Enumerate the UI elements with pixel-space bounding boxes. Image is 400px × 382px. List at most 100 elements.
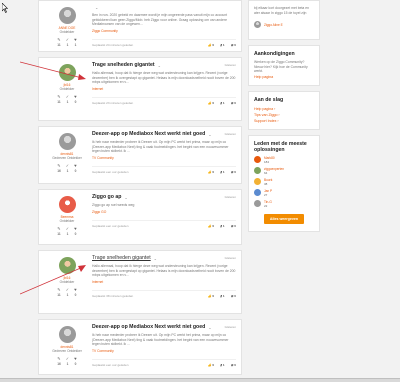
post-card[interactable]: jbl16 Ontdekker ✎ 11 ✓ 1 ♥ 0 Trage snelhede… — [38, 57, 242, 121]
mouse-cursor-icon — [2, 3, 8, 13]
chevron-down-icon[interactable]: ⌄ — [154, 256, 157, 261]
member-row[interactable]: Tin-G 22 — [254, 200, 314, 208]
avatar[interactable] — [58, 326, 76, 343]
avatar[interactable] — [254, 156, 261, 164]
announcements-link[interactable]: Help pagina — [254, 74, 314, 80]
avatar[interactable] — [58, 64, 76, 81]
comment-icon: ▮ — [220, 362, 222, 367]
member-row[interactable]: Buurk 38 — [254, 178, 314, 186]
like-button[interactable]: 👍 0 — [208, 170, 215, 174]
post-card[interactable]: ANNE DOE Ontdekker ✎ 11 ✓ 1 ♥ 1 ⌄ Ben in no… — [38, 0, 242, 52]
post-body: Ziggo go ap ruel weeds weg — [92, 203, 135, 207]
chevron-down-icon[interactable]: ⌄ — [158, 63, 161, 68]
post-category[interactable]: TV Community — [92, 349, 236, 353]
posts-icon: ✎ — [57, 163, 61, 168]
member-row[interactable]: Mark80 184 — [254, 156, 314, 164]
avatar[interactable] — [58, 7, 76, 24]
post-date: Gisteren — [224, 195, 236, 199]
author-rank: Ontdekker — [59, 30, 75, 34]
sidebar-top-user[interactable]: Ziggo Ailne E — [264, 23, 283, 27]
like-button[interactable]: 👍 0 — [208, 294, 215, 298]
avatar[interactable] — [254, 178, 261, 186]
getting-started-box: Aan de slag Help pagina › Tips van Ziggo… — [248, 90, 320, 130]
reply-button[interactable]: ▮ 1 — [220, 170, 224, 174]
reply-button[interactable]: ▮ 1 — [220, 43, 224, 47]
getting-started-title: Aan de slag — [254, 96, 284, 103]
author-stats: ✎ 11 ✓ 1 ♥ 0 — [44, 94, 90, 104]
avatar[interactable] — [254, 21, 261, 29]
sidebar-top-box: bij elkaar kort doorgezet met beta en at… — [248, 0, 320, 40]
support-index-link[interactable]: Support Index › — [254, 118, 314, 124]
post-title[interactable]: Deezer-app op Mediabox Next werkt niet g… — [92, 324, 205, 330]
chevron-down-icon[interactable]: ⌄ — [124, 195, 127, 200]
post-date: Gisteren — [224, 325, 236, 329]
post-card[interactable]: jbl16 Ontdekker ✎ 11 ✓ 1 ♥ 0 Trage snelhede… — [38, 250, 242, 314]
post-category[interactable]: TV Community — [92, 156, 236, 160]
solutions-count: 1 — [66, 232, 69, 236]
avatar[interactable] — [58, 196, 76, 213]
reply-count: 1 — [222, 293, 225, 298]
author-stats: ✎ 11 ✓ 1 ♥ 1 — [44, 37, 90, 47]
solutions-count: 1 — [66, 362, 69, 366]
reply-count: 1 — [222, 42, 225, 47]
like-button[interactable]: 👍 0 — [208, 224, 215, 228]
thumbs-up-icon: 👍 — [207, 293, 212, 298]
show-all-button[interactable]: Alles weergeven — [263, 213, 305, 224]
post-footer: Geplaatst 38 minuten geleden 👍 0 ▮ 1 ◉ 0 — [92, 289, 236, 298]
author-stats: ✎ 11 ✓ 1 ♥ 0 — [44, 226, 90, 236]
post-category[interactable]: Internet — [92, 280, 236, 284]
post-card[interactable]: Beemma Ontdekker ✎ 11 ✓ 1 ♥ 0 Ziggo go ap ⌄… — [38, 189, 242, 245]
like-count: 0 — [212, 169, 215, 174]
post-category[interactable]: Internet — [92, 87, 236, 91]
eye-icon: ◉ — [230, 293, 234, 298]
like-count: 0 — [212, 362, 215, 367]
kudos-count: 0 — [74, 293, 77, 297]
post-date: Gisteren — [224, 256, 236, 260]
post-card[interactable]: dennis81 Gedreven Ontdekker ✎ 16 ✓ 1 ♥ 0 De… — [38, 319, 242, 375]
posts-icon: ✎ — [57, 226, 61, 231]
announcements-body: Nieuw hier? Kijk hoe de Community werkt. — [254, 64, 308, 74]
author-rank: Gedreven Ontdekker — [52, 156, 82, 160]
reply-button[interactable]: ▮ 1 — [220, 224, 224, 228]
kudos-icon: ♥ — [74, 37, 77, 42]
comment-icon: ▮ — [220, 293, 222, 298]
avatar[interactable] — [254, 200, 261, 208]
author-rank: Ontdekker — [59, 87, 75, 91]
post-body: Hallo allemaal, hoop dat ik hierge deze … — [92, 264, 236, 278]
solutions-icon: ✓ — [65, 37, 70, 42]
reply-count: 1 — [222, 362, 225, 367]
chevron-down-icon[interactable]: ⌄ — [208, 132, 211, 137]
post-title[interactable]: Ziggo go ap — [92, 194, 121, 200]
chevron-down-icon[interactable]: ⌄ — [208, 325, 211, 330]
post-card[interactable]: dennis81 Gedreven Ontdekker ✎ 16 ✓ 1 ♥ 0 De… — [38, 126, 242, 184]
post-footer: Geplaatst een uur geleden 👍 0 ▮ 1 ◉ 0 — [92, 358, 236, 367]
solutions-count: 1 — [66, 169, 69, 173]
chevron-down-icon[interactable]: ⌄ — [95, 5, 98, 10]
post-content: ⌄ Ben in nov. 2020 gebeld en daarmee wor… — [90, 5, 236, 47]
post-title[interactable]: Deezer-app op Mediabox Next werkt niet g… — [92, 131, 205, 137]
like-button[interactable]: 👍 0 — [208, 101, 215, 105]
reply-button[interactable]: ▮ 1 — [220, 101, 224, 105]
avatar[interactable] — [58, 133, 76, 150]
like-button[interactable]: 👍 0 — [208, 43, 215, 47]
post-category[interactable]: Ziggo GO — [92, 210, 236, 214]
browser-scrollbar[interactable] — [0, 378, 400, 382]
post-title[interactable]: Trage snelheden gigantet — [92, 255, 151, 261]
member-row[interactable]: Jan P 27 — [254, 189, 314, 197]
views-count: 0 — [234, 100, 236, 105]
kudos-count: 0 — [74, 169, 77, 173]
member-row[interactable]: ziggoexperten 64 — [254, 167, 314, 175]
post-title[interactable]: Trage snelheden gigantet — [92, 62, 155, 68]
like-button[interactable]: 👍 0 — [208, 363, 215, 367]
post-category[interactable]: Ziggo Community — [92, 29, 236, 33]
post-content: Deezer-app op Mediabox Next werkt niet g… — [90, 324, 236, 370]
kudos-icon: ♥ — [74, 94, 77, 99]
like-count: 0 — [212, 42, 215, 47]
avatar[interactable] — [58, 257, 76, 274]
post-content: Trage snelheden gigantet ⌄ Gisteren Hall… — [90, 255, 236, 309]
avatar[interactable] — [254, 167, 261, 175]
post-author: dennis81 Gedreven Ontdekker ✎ 16 ✓ 1 ♥ 0 — [44, 131, 90, 179]
avatar[interactable] — [254, 189, 261, 197]
reply-button[interactable]: ▮ 1 — [220, 294, 224, 298]
reply-button[interactable]: ▮ 1 — [220, 363, 224, 367]
